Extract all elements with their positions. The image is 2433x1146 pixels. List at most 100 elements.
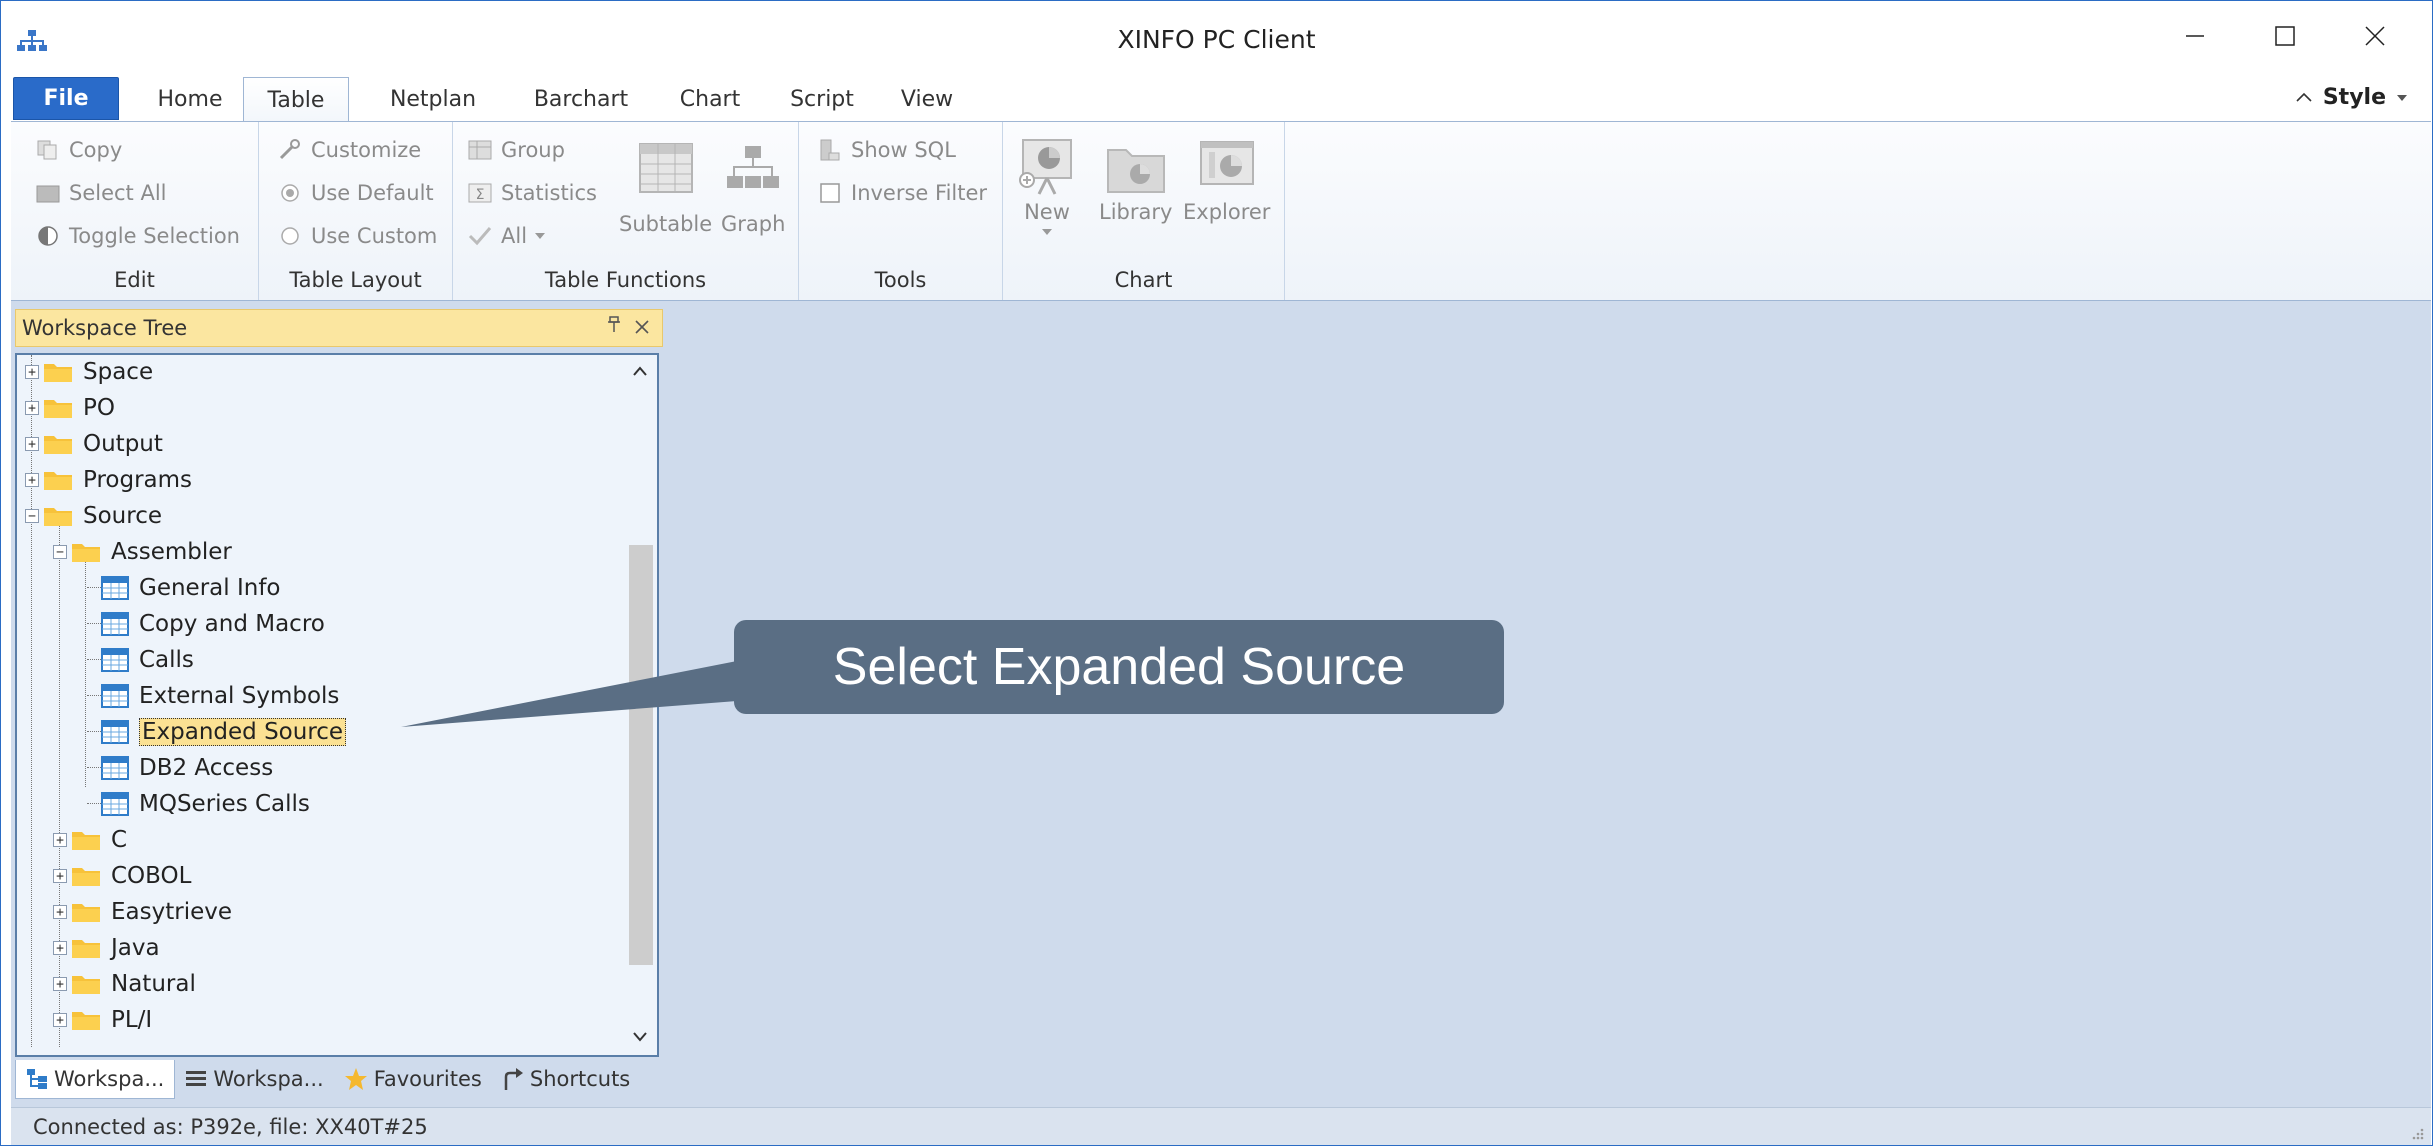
use-custom-radio[interactable]: Use Custom bbox=[277, 224, 437, 248]
subtable-label: Subtable bbox=[619, 212, 713, 236]
library-button[interactable]: Library bbox=[1099, 138, 1172, 224]
tree-node-programs[interactable]: + Programs bbox=[25, 463, 192, 497]
expand-icon[interactable]: + bbox=[53, 905, 67, 919]
show-sql-button[interactable]: Show SQL bbox=[817, 138, 956, 162]
tab-home[interactable]: Home bbox=[135, 77, 245, 121]
tree-node-calls[interactable]: Calls bbox=[101, 643, 194, 677]
scroll-up-icon[interactable] bbox=[625, 357, 655, 387]
explorer-button[interactable]: Explorer bbox=[1183, 138, 1270, 224]
tree-node-space[interactable]: + Space bbox=[25, 355, 153, 389]
style-menu[interactable]: Style bbox=[2295, 85, 2408, 110]
tree-node-copy-and-macro[interactable]: Copy and Macro bbox=[101, 607, 325, 641]
tree-node-c[interactable]: + C bbox=[53, 823, 127, 857]
maximize-button[interactable] bbox=[2255, 11, 2315, 61]
tree-node-po[interactable]: + PO bbox=[25, 391, 115, 425]
expand-icon[interactable]: + bbox=[25, 365, 39, 379]
tree-node-external-symbols[interactable]: External Symbols bbox=[101, 679, 339, 713]
folder-icon bbox=[72, 904, 100, 922]
folder-open-icon bbox=[72, 544, 100, 562]
table-icon bbox=[101, 612, 129, 636]
chevron-down-icon bbox=[1042, 229, 1052, 235]
group-label: Group bbox=[501, 138, 565, 162]
library-label: Library bbox=[1099, 200, 1173, 224]
tree-node-db2-access[interactable]: DB2 Access bbox=[101, 751, 273, 785]
tab-view[interactable]: View bbox=[881, 77, 973, 121]
panel-tab-label: Workspa... bbox=[213, 1067, 324, 1091]
copy-label: Copy bbox=[69, 138, 123, 162]
tree-node-assembler[interactable]: − Assembler bbox=[53, 535, 232, 569]
group-table-layout: Customize Use Default Use Custom Table L… bbox=[259, 122, 453, 300]
pin-icon[interactable] bbox=[606, 316, 622, 341]
tab-barchart[interactable]: Barchart bbox=[511, 77, 651, 121]
scroll-down-icon[interactable] bbox=[625, 1023, 655, 1053]
collapse-icon[interactable]: − bbox=[53, 545, 67, 559]
close-button[interactable] bbox=[2345, 11, 2405, 61]
expand-icon[interactable]: + bbox=[25, 401, 39, 415]
tree-node-java[interactable]: + Java bbox=[53, 931, 160, 965]
title-bar: XINFO PC Client bbox=[1, 1, 2432, 77]
all-dropdown[interactable]: All bbox=[467, 224, 546, 248]
tab-table[interactable]: Table bbox=[243, 77, 349, 123]
tree-node-pli[interactable]: + PL/I bbox=[53, 1003, 152, 1037]
toggle-selection-button[interactable]: Toggle Selection bbox=[35, 224, 240, 248]
folder-icon bbox=[44, 400, 72, 418]
copy-icon bbox=[37, 140, 57, 160]
tree-node-source[interactable]: − Source bbox=[25, 499, 162, 533]
panel-close-icon[interactable] bbox=[634, 316, 650, 340]
tree-node-mqseries-calls[interactable]: MQSeries Calls bbox=[101, 787, 310, 821]
list-icon bbox=[186, 1071, 207, 1086]
tree-node-expanded-source[interactable]: Expanded Source bbox=[101, 715, 347, 749]
radio-unchecked-icon bbox=[281, 227, 299, 245]
inverse-filter-checkbox[interactable]: Inverse Filter bbox=[817, 181, 987, 205]
tab-netplan[interactable]: Netplan bbox=[367, 77, 499, 121]
scroll-thumb[interactable] bbox=[629, 545, 653, 965]
panel-tab-workspace-tree[interactable]: Workspa... bbox=[15, 1059, 176, 1099]
tree-label: External Symbols bbox=[139, 683, 340, 709]
tree-node-cobol[interactable]: + COBOL bbox=[53, 859, 191, 893]
collapse-ribbon-icon[interactable] bbox=[2295, 91, 2313, 105]
panel-tab-favourites[interactable]: Favourites bbox=[334, 1060, 492, 1098]
tree-node-easytrieve[interactable]: + Easytrieve bbox=[53, 895, 232, 929]
expand-icon[interactable]: + bbox=[53, 833, 67, 847]
customize-button[interactable]: Customize bbox=[277, 138, 421, 162]
graph-button[interactable]: Graph bbox=[721, 140, 785, 236]
expand-icon[interactable]: + bbox=[53, 977, 67, 991]
resize-grip-icon[interactable] bbox=[2409, 1125, 2425, 1141]
style-label: Style bbox=[2322, 85, 2386, 110]
new-chart-button[interactable]: New bbox=[1017, 138, 1077, 236]
library-folder-icon bbox=[1106, 149, 1165, 193]
tab-chart[interactable]: Chart bbox=[659, 77, 761, 121]
folder-icon bbox=[44, 436, 72, 454]
statistics-button[interactable]: Σ Statistics bbox=[467, 181, 597, 205]
group-button[interactable]: Group bbox=[467, 138, 565, 162]
collapse-icon[interactable]: − bbox=[25, 509, 39, 523]
group-label-table-functions: Table Functions bbox=[544, 268, 707, 292]
expand-icon[interactable]: + bbox=[25, 437, 39, 451]
tab-script[interactable]: Script bbox=[769, 77, 875, 121]
group-label-edit: Edit bbox=[114, 268, 155, 292]
tree-label: DB2 Access bbox=[139, 755, 274, 781]
subtable-button[interactable]: Subtable bbox=[619, 140, 712, 236]
folder-icon bbox=[72, 868, 100, 886]
select-all-button[interactable]: Select All bbox=[35, 181, 167, 205]
checkbox-icon bbox=[820, 183, 840, 203]
radio-checked-icon bbox=[281, 184, 299, 202]
status-text: Connected as: P392e, file: XX40T#25 bbox=[33, 1114, 428, 1139]
tab-file[interactable]: File bbox=[13, 77, 119, 120]
table-icon bbox=[101, 684, 129, 708]
tree-node-natural[interactable]: + Natural bbox=[53, 967, 196, 1001]
new-chart-icon bbox=[1019, 139, 1072, 195]
tree-node-general-info[interactable]: General Info bbox=[101, 571, 280, 605]
expand-icon[interactable]: + bbox=[53, 941, 67, 955]
use-default-radio[interactable]: Use Default bbox=[277, 181, 434, 205]
panel-tab-shortcuts[interactable]: Shortcuts bbox=[492, 1060, 640, 1098]
expand-icon[interactable]: + bbox=[53, 869, 67, 883]
tree-icon bbox=[27, 1068, 47, 1089]
expand-icon[interactable]: + bbox=[25, 473, 39, 487]
expand-icon[interactable]: + bbox=[53, 1013, 67, 1027]
copy-button[interactable]: Copy bbox=[35, 138, 122, 162]
tree-label: PO bbox=[83, 395, 115, 421]
tree-node-output[interactable]: + Output bbox=[25, 427, 163, 461]
minimize-button[interactable] bbox=[2165, 11, 2225, 61]
panel-tab-workspace-list[interactable]: Workspa... bbox=[175, 1060, 333, 1098]
